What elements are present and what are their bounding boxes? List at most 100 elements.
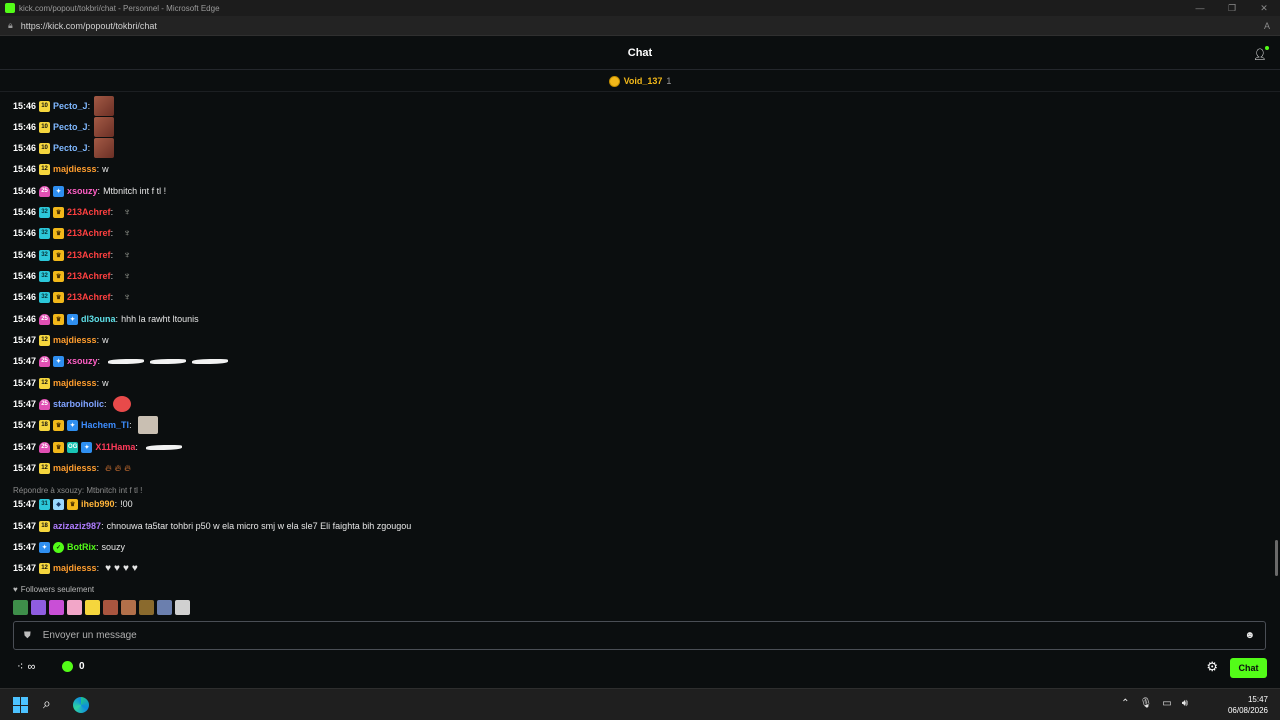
round-emote-icon[interactable]	[112, 396, 131, 412]
chat-message[interactable]: 15:46 12 majdiesss: w	[13, 161, 109, 177]
reply-context[interactable]: Répondre à xsouzy: Mtbnitch int f tl !	[13, 486, 142, 495]
quick-emote-icon[interactable]	[13, 600, 28, 615]
read-aloud-icon[interactable]: A	[1264, 21, 1270, 31]
cactus-emote-icon[interactable]: ♆	[120, 248, 134, 262]
yellow-badge-icon[interactable]: 12	[39, 163, 51, 175]
chat-message[interactable]: 15:47 31 ◆ ♛ iheb990: !00	[13, 496, 133, 512]
cyan-badge-icon[interactable]: 32	[39, 206, 51, 218]
lock-icon[interactable]: 🔒︎	[8, 20, 13, 31]
quick-emote-icon[interactable]	[157, 600, 172, 615]
message-username[interactable]: BotRix	[67, 542, 96, 552]
goose-emote-icon[interactable]	[107, 355, 145, 367]
search-icon[interactable]: ⌕	[43, 695, 51, 712]
crown-badge-icon[interactable]: ♛	[53, 249, 65, 261]
quick-emote-icon[interactable]	[175, 600, 190, 615]
chat-scrollbar[interactable]	[1275, 540, 1278, 576]
chat-message[interactable]: 15:47 25 starboiholic:	[13, 396, 131, 412]
chat-message[interactable]: 15:46 32 ♛ 213Achref: ♆	[13, 268, 134, 284]
blue-badge-icon[interactable]: ✦	[39, 541, 51, 553]
white-heart-emote-icon[interactable]: ♥	[114, 563, 120, 574]
white-heart-emote-icon[interactable]: ♥	[132, 563, 138, 574]
chevron-up-icon[interactable]: ⌃	[1121, 698, 1129, 709]
blue-badge-icon[interactable]: ✦	[53, 355, 65, 367]
windows-start-icon[interactable]	[13, 697, 29, 713]
message-username[interactable]: Pecto_J	[53, 101, 88, 111]
quick-emote-icon[interactable]	[31, 600, 46, 615]
dog-emote-icon[interactable]	[137, 416, 158, 434]
goose-emote-icon[interactable]	[191, 355, 229, 367]
quick-emote-icon[interactable]	[103, 600, 118, 615]
chat-message[interactable]: 15:46 25 ✦ xsouzy: Mtbnitch int f tl !	[13, 183, 166, 199]
face-emote-icon[interactable]	[94, 138, 115, 158]
message-username[interactable]: Pecto_J	[53, 122, 88, 132]
crown-badge-icon[interactable]: ♛	[53, 291, 65, 303]
quick-emote-icon[interactable]	[67, 600, 82, 615]
address-bar[interactable]: 🔒︎ https://kick.com/popout/tokbri/chat A	[0, 16, 1280, 36]
message-username[interactable]: majdiesss	[53, 463, 97, 473]
crown-badge-icon[interactable]: ♛	[53, 227, 65, 239]
message-username[interactable]: Pecto_J	[53, 143, 88, 153]
pink-badge-icon[interactable]: 25	[39, 313, 51, 325]
crown-badge-icon[interactable]: ♛	[53, 441, 65, 453]
chat-users-button[interactable]: 👤︎	[1252, 46, 1269, 62]
yellow-badge-icon[interactable]: 12	[39, 377, 51, 389]
yellow-badge-icon[interactable]: 10	[39, 142, 51, 154]
message-username[interactable]: xsouzy	[67, 186, 98, 196]
chat-message[interactable]: 15:47 18 azizaziz987: chnouwa ta5tar tohbri…	[13, 518, 411, 534]
pink-badge-icon[interactable]: 25	[39, 355, 51, 367]
microphone-icon[interactable]: 🎙︎	[1140, 698, 1153, 709]
fire-emote-icon[interactable]: 🔥︎	[124, 463, 131, 474]
cactus-emote-icon[interactable]: ♆	[120, 269, 134, 283]
chat-message[interactable]: 15:47 12 majdiesss: 🔥︎ 🔥︎ 🔥︎	[13, 460, 131, 476]
cyan-badge-icon[interactable]: 32	[39, 227, 51, 239]
quick-emote-icon[interactable]	[139, 600, 154, 615]
yellow-badge-icon[interactable]: 18	[39, 520, 51, 532]
yellow-badge-icon[interactable]: 12	[39, 334, 51, 346]
gem-badge-icon[interactable]: ◆	[53, 498, 65, 510]
minimize-icon[interactable]: —	[1184, 0, 1216, 16]
blue-badge-icon[interactable]: ✦	[67, 419, 79, 431]
message-username[interactable]: azizaziz987	[53, 521, 101, 531]
green-badge-icon[interactable]: ✓	[53, 541, 65, 553]
send-chat-button[interactable]: Chat	[1230, 658, 1267, 678]
edge-browser-icon[interactable]	[73, 697, 89, 713]
message-username[interactable]: 213Achref	[67, 292, 111, 302]
message-username[interactable]: xsouzy	[67, 356, 98, 366]
chat-input-box[interactable]: ⛊ ☻	[13, 621, 1266, 650]
blue-badge-icon[interactable]: ✦	[53, 185, 65, 197]
message-username[interactable]: dl3ouna	[81, 314, 116, 324]
message-username[interactable]: 213Achref	[67, 207, 111, 217]
chat-message[interactable]: 15:46 32 ♛ 213Achref: ♆	[13, 289, 134, 305]
channel-points-toggle[interactable]: ⁖ ∞	[17, 660, 35, 674]
message-username[interactable]: majdiesss	[53, 164, 97, 174]
top-gifter-strip[interactable]: Void_137 1	[0, 71, 1280, 92]
message-username[interactable]: 213Achref	[67, 228, 111, 238]
url-text[interactable]: https://kick.com/popout/tokbri/chat	[21, 21, 157, 31]
goose-emote-icon[interactable]	[149, 355, 187, 367]
message-username[interactable]: majdiesss	[53, 563, 97, 573]
crown-badge-icon[interactable]: ♛	[53, 313, 65, 325]
quick-emote-icon[interactable]	[85, 600, 100, 615]
crown-badge-icon[interactable]: ♛	[53, 206, 65, 218]
yellow-badge-icon[interactable]: 18	[39, 419, 51, 431]
cactus-emote-icon[interactable]: ♆	[120, 205, 134, 219]
chat-message[interactable]: 15:47 25 ♛ OG ✦ X11Hama:	[13, 439, 183, 455]
message-username[interactable]: 213Achref	[67, 271, 111, 281]
message-username[interactable]: majdiesss	[53, 378, 97, 388]
yellow-badge-icon[interactable]: 12	[39, 562, 51, 574]
message-input[interactable]	[42, 630, 1245, 641]
yellow-badge-icon[interactable]: 10	[39, 121, 51, 133]
cactus-emote-icon[interactable]: ♆	[120, 226, 134, 240]
chat-message[interactable]: 15:47 12 majdiesss: w	[13, 375, 109, 391]
chat-message[interactable]: 15:46 32 ♛ 213Achref: ♆	[13, 247, 134, 263]
cactus-emote-icon[interactable]: ♆	[120, 290, 134, 304]
message-username[interactable]: starboiholic	[53, 399, 104, 409]
message-username[interactable]: Hachem_Tl	[81, 420, 129, 430]
crown-badge-icon[interactable]: ♛	[53, 419, 65, 431]
chat-message[interactable]: 15:46 10 Pecto_J:	[13, 96, 115, 116]
display-icon[interactable]: ▭	[1162, 698, 1171, 709]
white-heart-emote-icon[interactable]: ♥	[123, 563, 129, 574]
volume-icon[interactable]: 🔊︎	[1182, 698, 1188, 709]
cyan-badge-icon[interactable]: 32	[39, 291, 51, 303]
chat-message[interactable]: 15:47 18 ♛ ✦ Hachem_Tl:	[13, 416, 158, 434]
